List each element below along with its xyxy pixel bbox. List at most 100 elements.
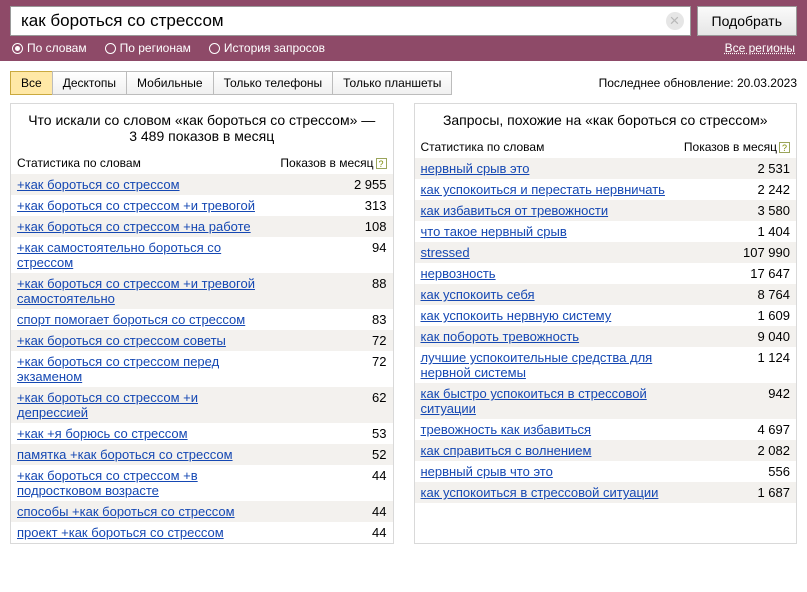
count-cell: 17 647 xyxy=(670,266,790,281)
query-link[interactable]: как успокоить нервную систему xyxy=(421,308,612,323)
table-row: проект +как бороться со стрессом44 xyxy=(11,522,393,543)
query-cell: +как самостоятельно бороться со стрессом xyxy=(17,240,267,270)
query-cell: как успокоиться и перестать нервничать xyxy=(421,182,671,197)
table-row: +как бороться со стрессом советы 72 xyxy=(11,330,393,351)
query-cell: нервный срыв что это xyxy=(421,464,671,479)
query-cell: stressed xyxy=(421,245,671,260)
count-cell: 2 531 xyxy=(670,161,790,176)
query-cell: тревожность как избавиться xyxy=(421,422,671,437)
table-row: как быстро успокоиться в стрессовой ситу… xyxy=(415,383,797,419)
table-row: как побороть тревожность9 040 xyxy=(415,326,797,347)
radio-По регионам[interactable]: По регионам xyxy=(105,41,191,55)
query-link[interactable]: как успокоиться в стрессовой ситуации xyxy=(421,485,659,500)
tab-Только планшеты[interactable]: Только планшеты xyxy=(332,71,452,95)
query-link[interactable]: +как самостоятельно бороться со стрессом xyxy=(17,240,221,270)
query-link[interactable]: как быстро успокоиться в стрессовой ситу… xyxy=(421,386,647,416)
query-cell: +как +я борюсь со стрессом xyxy=(17,426,267,441)
query-link[interactable]: лучшие успокоительные средства для нервн… xyxy=(421,350,653,380)
table-row: +как самостоятельно бороться со стрессом… xyxy=(11,237,393,273)
tab-Все[interactable]: Все xyxy=(10,71,53,95)
help-icon[interactable]: ? xyxy=(376,158,387,169)
query-link[interactable]: нервный срыв что это xyxy=(421,464,553,479)
query-link[interactable]: памятка +как бороться со стрессом xyxy=(17,447,233,462)
count-cell: 2 082 xyxy=(670,443,790,458)
table-row: лучшие успокоительные средства для нервн… xyxy=(415,347,797,383)
clear-icon[interactable]: × xyxy=(666,12,684,30)
col-query-header: Статистика по словам xyxy=(17,156,267,170)
query-link[interactable]: как избавиться от тревожности xyxy=(421,203,609,218)
count-cell: 1 687 xyxy=(670,485,790,500)
query-cell: памятка +как бороться со стрессом xyxy=(17,447,267,462)
search-input[interactable] xyxy=(19,10,660,32)
count-cell: 313 xyxy=(267,198,387,213)
search-header: × Подобрать По словам По регионам История … xyxy=(0,0,807,61)
col-query-header: Статистика по словам xyxy=(421,140,671,154)
help-icon[interactable]: ? xyxy=(779,142,790,153)
submit-button[interactable]: Подобрать xyxy=(697,6,798,36)
group-by-radios: По словам По регионам История запросов xyxy=(12,41,325,55)
query-cell: +как бороться со стрессом советы xyxy=(17,333,267,348)
col-count-header: Показов в месяц? xyxy=(670,140,790,154)
table-row: +как бороться со стрессом 2 955 xyxy=(11,174,393,195)
table-row: способы +как бороться со стрессом44 xyxy=(11,501,393,522)
query-link[interactable]: как побороть тревожность xyxy=(421,329,580,344)
query-link[interactable]: +как бороться со стрессом +и депрессией xyxy=(17,390,198,420)
query-link[interactable]: проект +как бороться со стрессом xyxy=(17,525,224,540)
query-cell: +как бороться со стрессом +в подростково… xyxy=(17,468,267,498)
radio-По словам[interactable]: По словам xyxy=(12,41,87,55)
tab-Только телефоны[interactable]: Только телефоны xyxy=(213,71,334,95)
query-link[interactable]: +как бороться со стрессом +в подростково… xyxy=(17,468,198,498)
query-link[interactable]: +как бороться со стрессом +и тревогой са… xyxy=(17,276,255,306)
query-cell: что такое нервный срыв xyxy=(421,224,671,239)
radio-История запросов[interactable]: История запросов xyxy=(209,41,325,55)
table-row: как справиться с волнением 2 082 xyxy=(415,440,797,461)
query-link[interactable]: нервный срыв это xyxy=(421,161,530,176)
panel-with-word: Что искали со словом «как бороться со ст… xyxy=(10,103,394,544)
device-tabs: ВсеДесктопыМобильныеТолько телефоныТольк… xyxy=(10,71,452,95)
radio-label: По словам xyxy=(27,41,87,55)
query-link[interactable]: +как бороться со стрессом советы xyxy=(17,333,226,348)
query-link[interactable]: +как +я борюсь со стрессом xyxy=(17,426,188,441)
query-link[interactable]: +как бороться со стрессом xyxy=(17,177,180,192)
last-update-label: Последнее обновление: 20.03.2023 xyxy=(599,76,797,90)
count-cell: 94 xyxy=(267,240,387,255)
query-cell: +как бороться со стрессом +и тревогой xyxy=(17,198,267,213)
count-cell: 556 xyxy=(670,464,790,479)
count-cell: 72 xyxy=(267,333,387,348)
table-row: как избавиться от тревожности3 580 xyxy=(415,200,797,221)
query-cell: +как бороться со стрессом xyxy=(17,177,267,192)
query-link[interactable]: нервозность xyxy=(421,266,496,281)
query-link[interactable]: как успокоить себя xyxy=(421,287,535,302)
tab-Мобильные[interactable]: Мобильные xyxy=(126,71,214,95)
query-link[interactable]: что такое нервный срыв xyxy=(421,224,567,239)
query-link[interactable]: спорт помогает бороться со стрессом xyxy=(17,312,245,327)
query-link[interactable]: +как бороться со стрессом перед экзамено… xyxy=(17,354,219,384)
query-cell: как избавиться от тревожности xyxy=(421,203,671,218)
count-cell: 107 990 xyxy=(670,245,790,260)
table-row: памятка +как бороться со стрессом52 xyxy=(11,444,393,465)
query-link[interactable]: +как бороться со стрессом +и тревогой xyxy=(17,198,255,213)
query-link[interactable]: тревожность как избавиться xyxy=(421,422,592,437)
count-cell: 4 697 xyxy=(670,422,790,437)
count-cell: 62 xyxy=(267,390,387,405)
query-link[interactable]: +как бороться со стрессом +на работе xyxy=(17,219,251,234)
radio-mark-icon xyxy=(209,43,220,54)
rows-right: нервный срыв это 2 531 как успокоиться и п… xyxy=(415,158,797,503)
all-regions-link[interactable]: Все регионы xyxy=(725,41,795,55)
table-row: +как +я борюсь со стрессом53 xyxy=(11,423,393,444)
query-cell: как быстро успокоиться в стрессовой ситу… xyxy=(421,386,671,416)
tab-Десктопы[interactable]: Десктопы xyxy=(52,71,127,95)
count-cell: 2 955 xyxy=(267,177,387,192)
table-header: Статистика по словам Показов в месяц? xyxy=(415,136,797,158)
query-cell: как успокоить себя xyxy=(421,287,671,302)
count-cell: 108 xyxy=(267,219,387,234)
query-link[interactable]: как справиться с волнением xyxy=(421,443,592,458)
query-cell: как побороть тревожность xyxy=(421,329,671,344)
query-link[interactable]: stressed xyxy=(421,245,470,260)
query-link[interactable]: как успокоиться и перестать нервничать xyxy=(421,182,665,197)
query-cell: проект +как бороться со стрессом xyxy=(17,525,267,540)
query-cell: +как бороться со стрессом +и тревогой са… xyxy=(17,276,267,306)
query-link[interactable]: способы +как бороться со стрессом xyxy=(17,504,235,519)
query-cell: как успокоиться в стрессовой ситуации xyxy=(421,485,671,500)
query-cell: как успокоить нервную систему xyxy=(421,308,671,323)
